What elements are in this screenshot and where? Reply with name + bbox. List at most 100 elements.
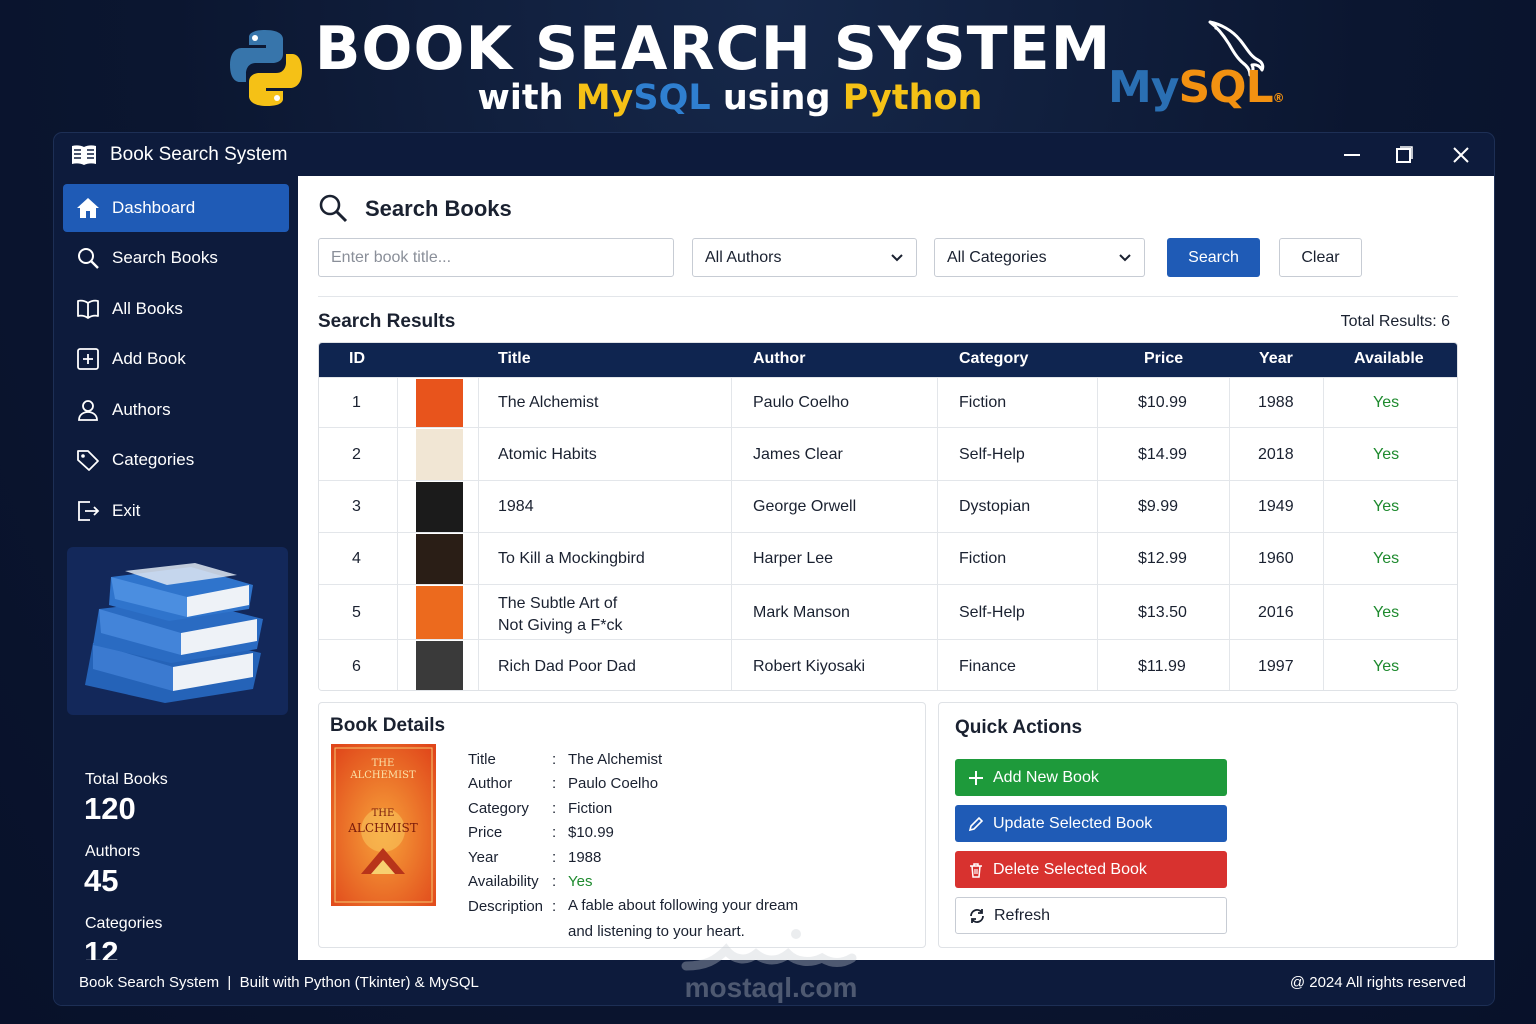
book-cover-thumbnail bbox=[416, 586, 463, 639]
svg-text:THE: THE bbox=[372, 808, 395, 819]
cell-available: Yes bbox=[1373, 445, 1400, 463]
sidebar-item-exit[interactable]: Exit bbox=[63, 487, 289, 535]
footer-right-text: @ 2024 All rights reserved bbox=[1289, 974, 1466, 991]
detail-label-description: Description bbox=[468, 898, 544, 915]
cell-price: $12.99 bbox=[1138, 550, 1187, 567]
cell-category: Fiction bbox=[959, 550, 1007, 567]
cell-price: $13.50 bbox=[1138, 603, 1187, 621]
table-row[interactable]: 1 The Alchemist Paulo Coelho Fiction $10.99 1… bbox=[319, 377, 1457, 427]
cell-available: Yes bbox=[1373, 394, 1400, 411]
minimize-button[interactable] bbox=[1338, 141, 1366, 169]
table-row[interactable]: 6 Rich Dad Poor Dad Robert Kiyosaki Finance… bbox=[319, 639, 1457, 690]
cell-id: 3 bbox=[352, 498, 361, 515]
cell-category: Self-Help bbox=[959, 603, 1025, 621]
column-header-available[interactable]: Available bbox=[1354, 350, 1424, 368]
detail-value-availability: Yes bbox=[568, 873, 593, 890]
cell-author: Paulo Coelho bbox=[753, 394, 850, 411]
detail-label-year: Year bbox=[468, 849, 499, 866]
cell-price: $11.99 bbox=[1138, 657, 1186, 675]
detail-value-title: The Alchemist bbox=[568, 751, 663, 768]
watermark: mostaql.com bbox=[676, 926, 866, 1006]
close-icon bbox=[1453, 147, 1469, 163]
results-title: Search Results bbox=[318, 311, 456, 332]
stat-authors-label: Authors bbox=[85, 843, 141, 860]
close-button[interactable] bbox=[1447, 141, 1475, 169]
column-header-year[interactable]: Year bbox=[1259, 350, 1293, 368]
main-content: Search Books All Authors All Categories … bbox=[298, 176, 1494, 960]
sidebar-item-all-books[interactable]: All Books bbox=[63, 285, 289, 333]
cell-title: Atomic Habits bbox=[498, 445, 597, 463]
refresh-button[interactable]: Refresh bbox=[955, 897, 1227, 934]
logout-icon bbox=[76, 499, 100, 523]
author-select[interactable]: All Authors bbox=[692, 238, 917, 277]
svg-text:ALCHMIST: ALCHMIST bbox=[347, 821, 418, 835]
minimize-icon bbox=[1344, 154, 1360, 156]
table-row[interactable]: 3 1984 George Orwell Dystopian $9.99 1949 Yes bbox=[319, 480, 1457, 532]
add-new-book-button[interactable]: Add New Book bbox=[955, 759, 1227, 796]
cell-price: $9.99 bbox=[1138, 498, 1179, 515]
cell-title-line: Not Giving a F*ck bbox=[498, 616, 623, 634]
sidebar-item-search-books[interactable]: Search Books bbox=[63, 234, 289, 282]
cell-available: Yes bbox=[1373, 603, 1400, 621]
cell-author: Mark Manson bbox=[753, 603, 850, 621]
book-cover-thumbnail bbox=[416, 641, 463, 690]
cell-title: Rich Dad Poor Dad bbox=[498, 657, 636, 675]
book-cover-thumbnail bbox=[416, 482, 463, 532]
sidebar: Dashboard Search Books All Books Add Boo… bbox=[54, 176, 298, 970]
refresh-icon bbox=[968, 907, 986, 925]
quick-actions-panel: Quick Actions Add New Book Update Select… bbox=[938, 702, 1458, 948]
cell-title: The Subtle Art of Not Giving a F*ck bbox=[498, 593, 622, 637]
home-icon bbox=[76, 196, 100, 220]
cell-id: 2 bbox=[352, 445, 361, 463]
cell-title-line: The Subtle Art of bbox=[498, 594, 618, 612]
detail-label-availability: Availability bbox=[468, 873, 539, 890]
category-select[interactable]: All Categories bbox=[934, 238, 1145, 277]
title-search-input[interactable] bbox=[318, 238, 674, 277]
maximize-button[interactable] bbox=[1390, 141, 1418, 169]
book-open-icon bbox=[76, 297, 100, 321]
cell-available: Yes bbox=[1373, 498, 1400, 515]
table-row[interactable]: 5 The Subtle Art of Not Giving a F*ck Mark … bbox=[319, 584, 1457, 639]
detail-label-author: Author bbox=[468, 775, 513, 792]
books-stack-icon bbox=[85, 563, 263, 703]
divider bbox=[318, 296, 1458, 297]
cell-author: James Clear bbox=[753, 445, 843, 463]
cell-available: Yes bbox=[1373, 550, 1400, 567]
table-row[interactable]: 4 To Kill a Mockingbird Harper Lee Fiction $… bbox=[319, 532, 1457, 584]
svg-text:THE: THE bbox=[372, 758, 395, 769]
column-header-category[interactable]: Category bbox=[959, 350, 1028, 368]
column-header-title[interactable]: Title bbox=[498, 350, 531, 368]
search-icon bbox=[76, 246, 100, 270]
book-cover-image: THE ALCHEMIST THE ALCHMIST bbox=[331, 744, 436, 906]
stat-authors-value: 45 bbox=[84, 863, 119, 898]
sidebar-item-add-book[interactable]: Add Book bbox=[63, 335, 289, 383]
column-header-author[interactable]: Author bbox=[753, 350, 805, 368]
cell-price: $10.99 bbox=[1138, 394, 1187, 411]
cell-title: The Alchemist bbox=[498, 394, 599, 411]
column-header-price[interactable]: Price bbox=[1144, 350, 1183, 368]
banner: BOOK SEARCH SYSTEM with MySQL using Pyth… bbox=[0, 0, 1536, 132]
cell-year: 1949 bbox=[1258, 498, 1294, 515]
cell-year: 1997 bbox=[1258, 657, 1294, 675]
watermark-text: mostaql.com bbox=[684, 972, 858, 1003]
trash-icon bbox=[967, 861, 985, 879]
cell-year: 2016 bbox=[1258, 603, 1294, 621]
cell-available: Yes bbox=[1373, 657, 1400, 675]
sidebar-item-categories[interactable]: Categories bbox=[63, 436, 289, 484]
column-header-id[interactable]: ID bbox=[349, 350, 365, 368]
update-selected-book-button[interactable]: Update Selected Book bbox=[955, 805, 1227, 842]
books-illustration bbox=[67, 547, 288, 715]
svg-text:ALCHEMIST: ALCHEMIST bbox=[349, 770, 416, 781]
delete-selected-book-button[interactable]: Delete Selected Book bbox=[955, 851, 1227, 888]
book-logo-icon bbox=[72, 145, 96, 165]
sidebar-item-authors[interactable]: Authors bbox=[63, 386, 289, 434]
cell-author: George Orwell bbox=[753, 498, 857, 515]
results-table: ID Title Author Category Price Year Avai… bbox=[318, 342, 1458, 691]
sidebar-item-dashboard[interactable]: Dashboard bbox=[63, 184, 289, 232]
search-button[interactable]: Search bbox=[1167, 238, 1260, 277]
cell-price: $14.99 bbox=[1138, 445, 1187, 463]
search-icon bbox=[319, 194, 348, 223]
table-row[interactable]: 2 Atomic Habits James Clear Self-Help $14.99… bbox=[319, 427, 1457, 480]
cell-author: Robert Kiyosaki bbox=[753, 657, 866, 675]
clear-button[interactable]: Clear bbox=[1279, 238, 1362, 277]
